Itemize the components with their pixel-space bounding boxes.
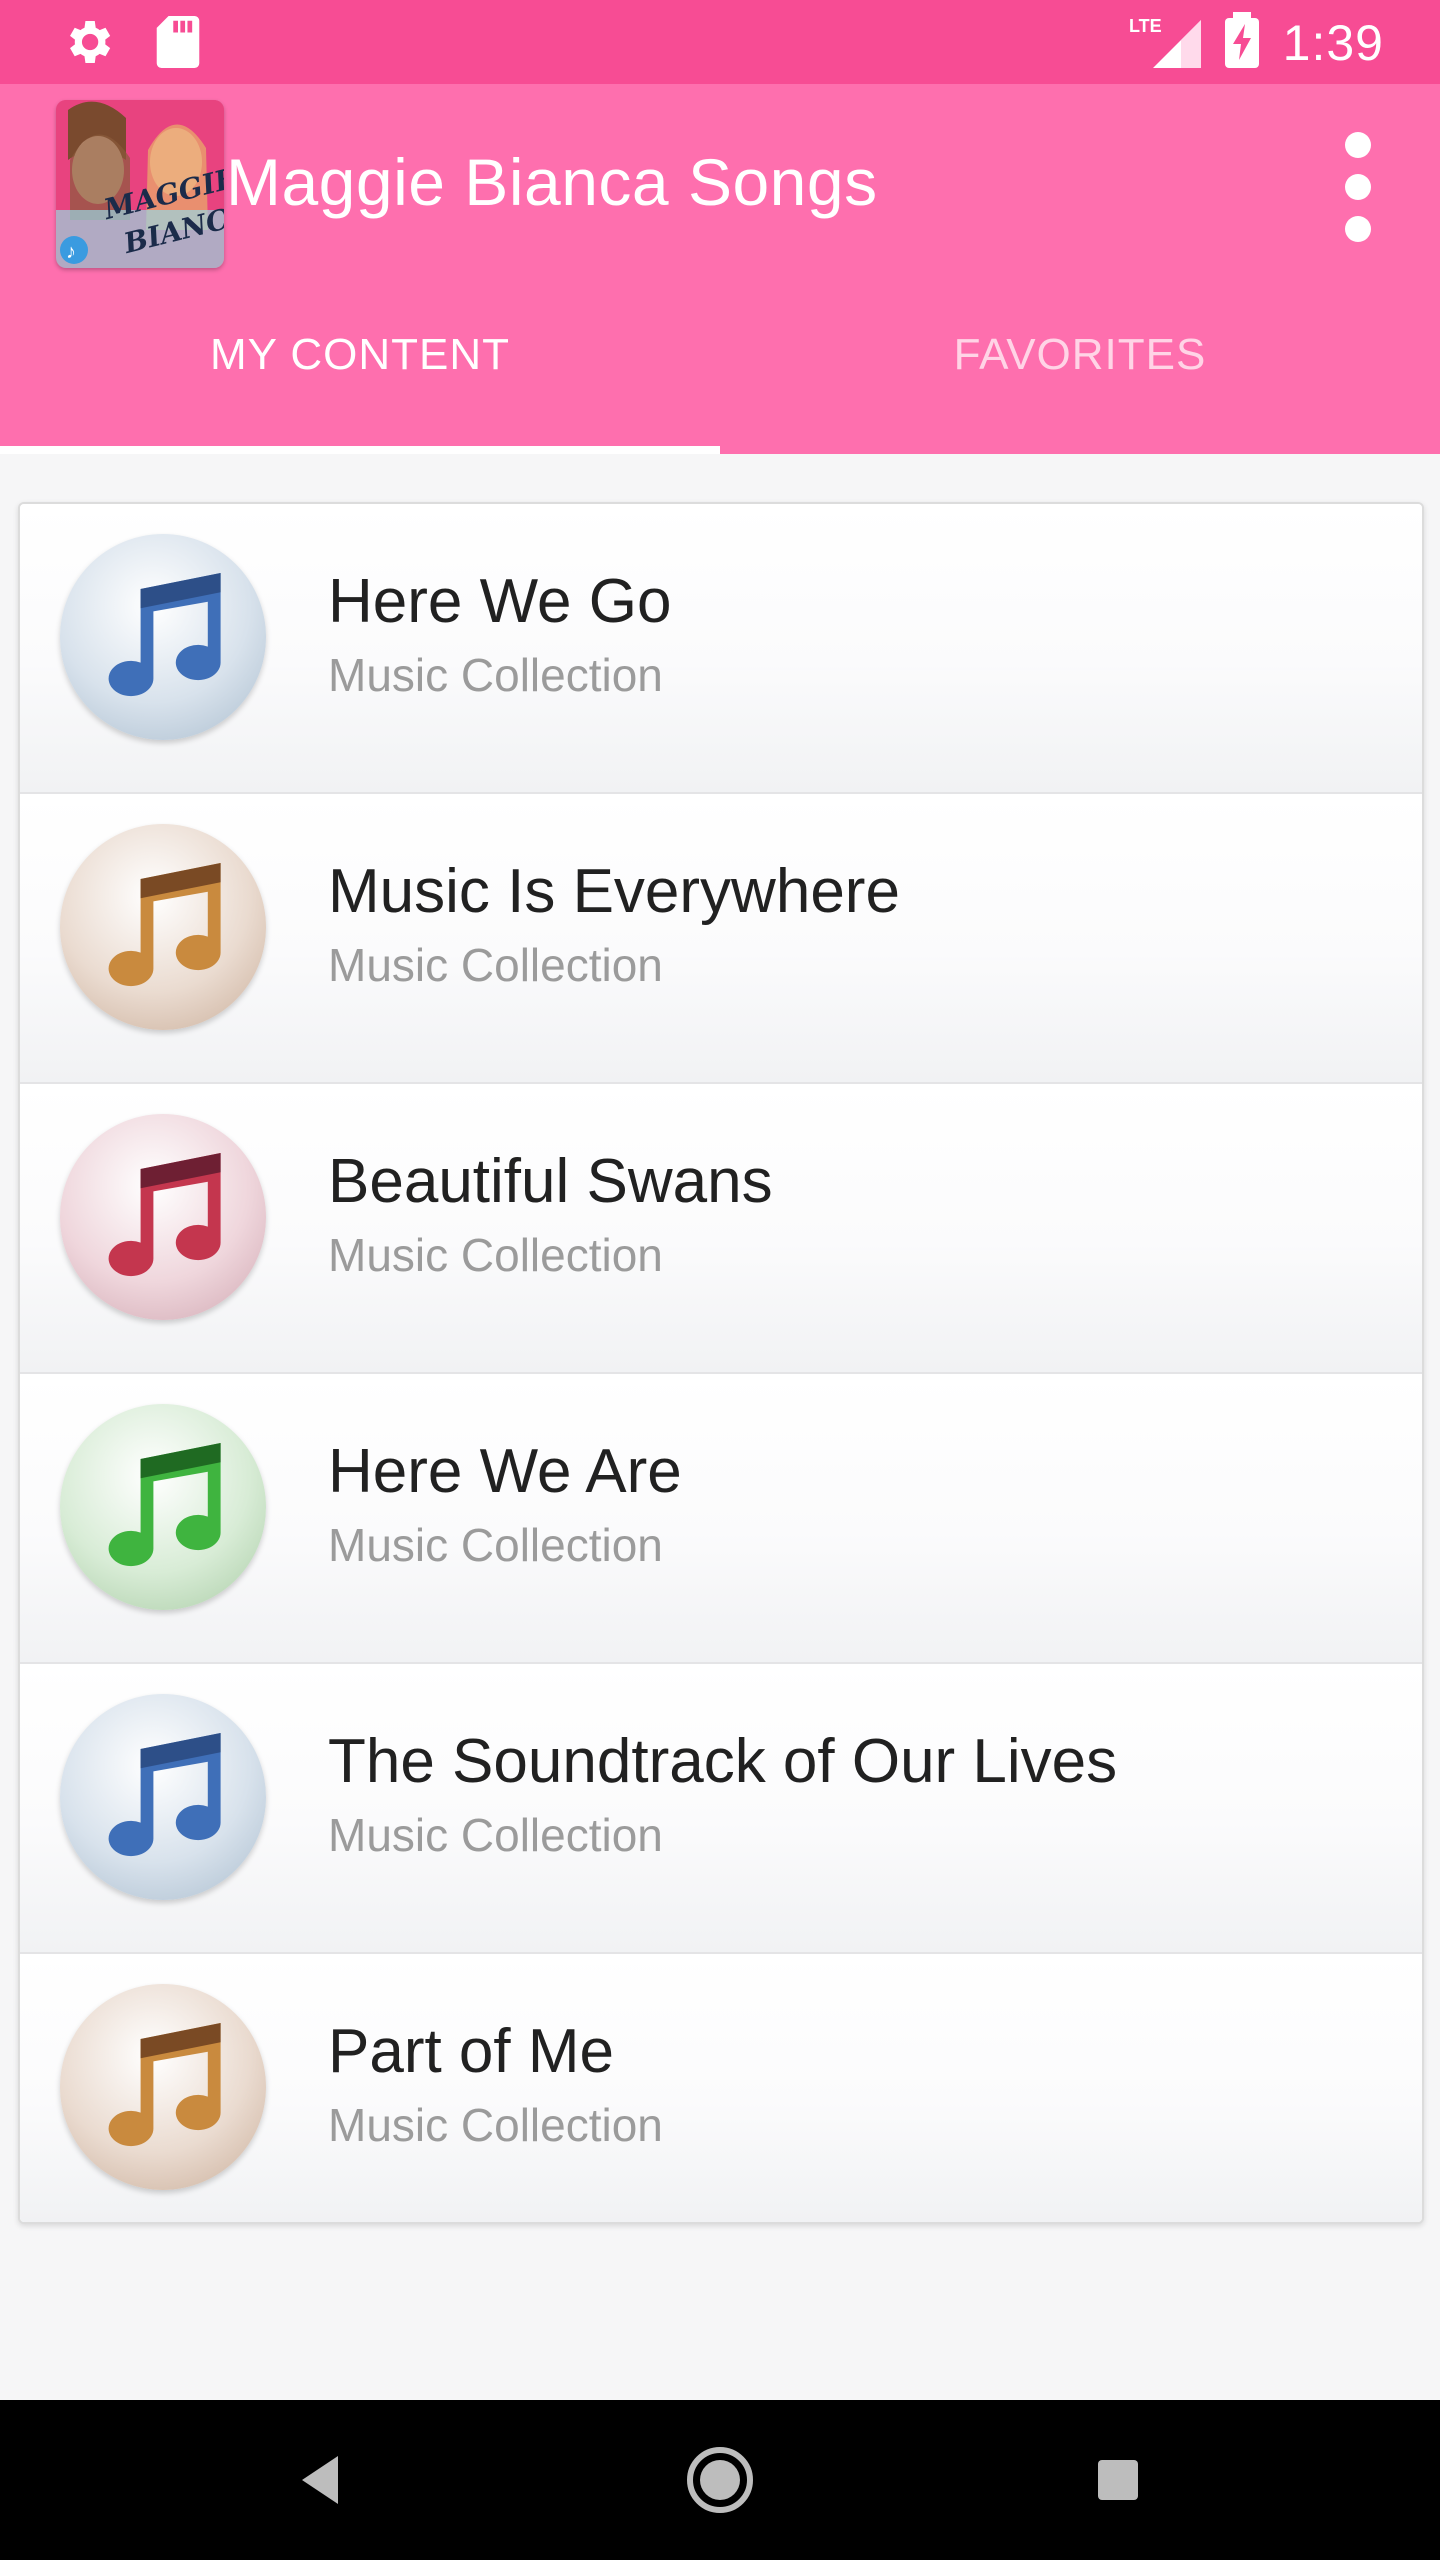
tab-favorites[interactable]: FAVORITES — [720, 286, 1440, 454]
list-item[interactable]: Beautiful Swans Music Collection — [20, 1084, 1422, 1374]
music-note-icon — [60, 1114, 266, 1320]
song-title: Beautiful Swans — [328, 1147, 773, 1216]
more-vertical-icon[interactable] — [1328, 132, 1388, 242]
list-item[interactable]: Here We Are Music Collection — [20, 1374, 1422, 1664]
app-logo: MAGGIE BIANCA ♪ — [56, 100, 224, 268]
sd-card-icon — [156, 16, 200, 73]
home-icon[interactable] — [680, 2440, 760, 2520]
tab-label: MY CONTENT — [209, 330, 511, 379]
song-subtitle: Music Collection — [328, 1809, 663, 1861]
system-nav-bar — [0, 2400, 1440, 2560]
tab-label: FAVORITES — [953, 330, 1207, 379]
clock-time: 1:39 — [1282, 14, 1384, 71]
song-subtitle: Music Collection — [328, 1229, 663, 1281]
lte-signal-icon: LTE — [1129, 12, 1201, 73]
song-subtitle: Music Collection — [328, 2099, 663, 2151]
list-item[interactable]: Here We Go Music Collection — [20, 504, 1422, 794]
list-item[interactable]: Part of Me Music Collection — [20, 1954, 1422, 2222]
tab-indicator — [0, 446, 720, 454]
song-subtitle: Music Collection — [328, 939, 663, 991]
music-note-icon — [60, 1694, 266, 1900]
song-subtitle: Music Collection — [328, 649, 663, 701]
app-title: Maggie Bianca Songs — [226, 145, 878, 219]
song-title: The Soundtrack of Our Lives — [328, 1727, 1118, 1796]
music-note-icon — [60, 1984, 266, 2190]
gear-icon — [60, 14, 116, 75]
song-list: Here We Go Music Collection Music Is Eve… — [18, 502, 1424, 2224]
status-bar: LTE 1:39 — [0, 0, 1440, 84]
music-note-icon — [60, 824, 266, 1030]
song-subtitle: Music Collection — [328, 1519, 663, 1571]
tab-bar: MY CONTENT FAVORITES — [0, 286, 1440, 454]
music-note-icon — [60, 534, 266, 740]
song-title: Music Is Everywhere — [328, 857, 900, 926]
song-title: Here We Go — [328, 567, 672, 636]
tab-my-content[interactable]: MY CONTENT — [0, 286, 720, 454]
battery-charging-icon — [1224, 12, 1259, 73]
list-item[interactable]: The Soundtrack of Our Lives Music Collec… — [20, 1664, 1422, 1954]
music-note-icon — [60, 1404, 266, 1610]
song-title: Part of Me — [328, 2017, 614, 2086]
svg-text:LTE: LTE — [1129, 16, 1162, 36]
svg-text:♪: ♪ — [66, 241, 76, 263]
song-title: Here We Are — [328, 1437, 682, 1506]
back-icon[interactable] — [282, 2440, 362, 2520]
list-item[interactable]: Music Is Everywhere Music Collection — [20, 794, 1422, 1084]
recents-icon[interactable] — [1078, 2440, 1158, 2520]
